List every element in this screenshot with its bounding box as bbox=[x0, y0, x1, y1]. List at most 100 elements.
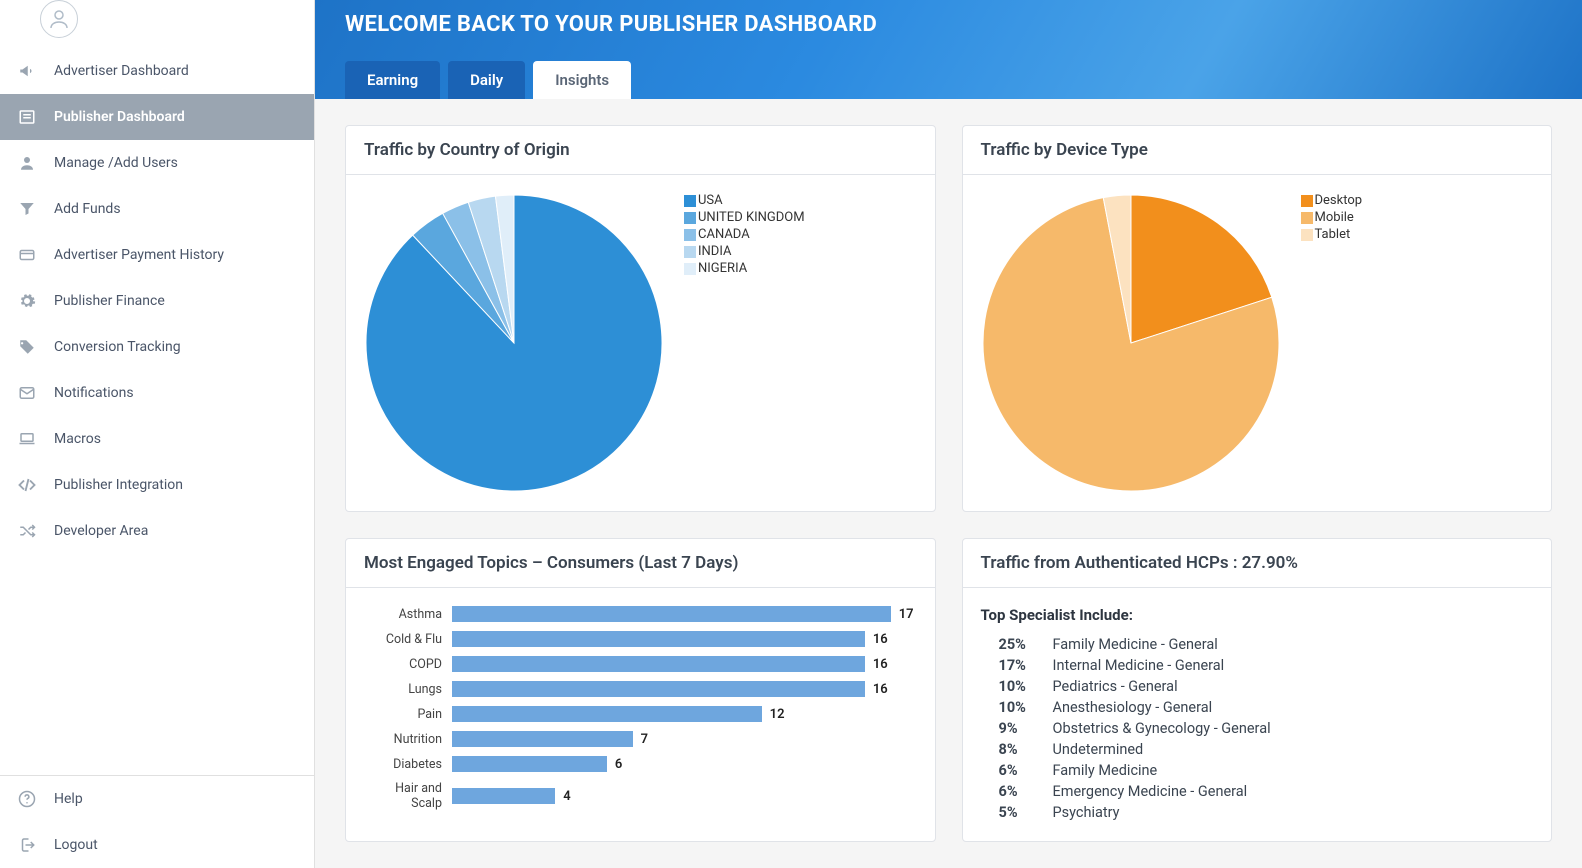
hcp-name: Pediatrics - General bbox=[1053, 678, 1178, 695]
bar-row: Lungs 16 bbox=[364, 681, 917, 697]
sidebar-item-label: Logout bbox=[54, 837, 98, 853]
sidebar: Advertiser Dashboard Publisher Dashboard M… bbox=[0, 0, 315, 868]
bar-label: COPD bbox=[364, 657, 452, 672]
hcp-name: Family Medicine - General bbox=[1053, 636, 1218, 653]
hcp-row: 8% Undetermined bbox=[981, 739, 1534, 760]
bar-label: Asthma bbox=[364, 607, 452, 622]
sidebar-item-publisher-finance[interactable]: Publisher Finance bbox=[0, 278, 314, 324]
legend-swatch bbox=[1301, 195, 1313, 207]
code-icon bbox=[18, 476, 36, 494]
logout-icon bbox=[18, 836, 36, 854]
bar-row: Pain12 bbox=[364, 706, 917, 722]
sidebar-item-help[interactable]: Help bbox=[0, 776, 314, 822]
legend-swatch bbox=[684, 212, 696, 224]
nav-main: Advertiser Dashboard Publisher Dashboard M… bbox=[0, 48, 314, 775]
bar-label: Lungs bbox=[364, 682, 452, 697]
bar-value: 16 bbox=[873, 657, 888, 672]
legend-label: Tablet bbox=[1315, 227, 1351, 242]
bar-value: 6 bbox=[615, 757, 622, 772]
user-icon bbox=[18, 154, 36, 172]
legend-label: NIGERIA bbox=[698, 261, 747, 276]
sidebar-item-conversion-tracking[interactable]: Conversion Tracking bbox=[0, 324, 314, 370]
sidebar-item-label: Conversion Tracking bbox=[54, 339, 181, 355]
card-title: Traffic from Authenticated HCPs : 27.90% bbox=[963, 539, 1552, 588]
funnel-dollar-icon bbox=[18, 200, 36, 218]
bar-fill bbox=[452, 788, 555, 804]
tab-daily[interactable]: Daily bbox=[448, 61, 525, 99]
sidebar-item-manage-add-users[interactable]: Manage /Add Users bbox=[0, 140, 314, 186]
sidebar-item-notifications[interactable]: Notifications bbox=[0, 370, 314, 416]
bar-row: Cold & Flu16 bbox=[364, 631, 917, 647]
hcp-list: 25%Family Medicine - General17%Internal … bbox=[981, 634, 1534, 823]
card-icon bbox=[18, 246, 36, 264]
bar-row: COPD 16 bbox=[364, 656, 917, 672]
page-title: WELCOME BACK TO YOUR PUBLISHER DASHBOARD bbox=[345, 0, 1552, 61]
sidebar-item-label: Publisher Dashboard bbox=[54, 109, 185, 125]
legend-country: USA UNITED KINGDOM CANADA INDIA NIGERIA bbox=[684, 193, 805, 278]
bar-row: Hair and Scalp4 bbox=[364, 781, 917, 811]
pie-chart-device bbox=[981, 193, 1281, 493]
bar-fill bbox=[452, 606, 891, 622]
bar-track: 7 bbox=[452, 731, 917, 747]
bar-row: Nutrition7 bbox=[364, 731, 917, 747]
hcp-name: Psychiatry bbox=[1053, 804, 1120, 821]
sidebar-item-label: Manage /Add Users bbox=[54, 155, 178, 171]
hcp-name: Internal Medicine - General bbox=[1053, 657, 1225, 674]
sidebar-item-label: Advertiser Payment History bbox=[54, 247, 224, 263]
sidebar-item-label: Add Funds bbox=[54, 201, 121, 217]
legend-item: USA bbox=[684, 193, 805, 208]
legend-label: Desktop bbox=[1315, 193, 1363, 208]
sidebar-item-add-funds[interactable]: Add Funds bbox=[0, 186, 314, 232]
bar-fill bbox=[452, 731, 633, 747]
tab-earning[interactable]: Earning bbox=[345, 61, 440, 99]
legend-label: UNITED KINGDOM bbox=[698, 210, 805, 225]
gear-icon bbox=[18, 292, 36, 310]
envelope-icon bbox=[18, 384, 36, 402]
card-title: Traffic by Country of Origin bbox=[346, 126, 935, 175]
bar-row: Diabetes6 bbox=[364, 756, 917, 772]
legend-label: INDIA bbox=[698, 244, 731, 259]
hcp-pct: 6% bbox=[999, 783, 1039, 800]
hcp-pct: 9% bbox=[999, 720, 1039, 737]
hcp-name: Family Medicine bbox=[1053, 762, 1158, 779]
sidebar-item-advertiser-dashboard[interactable]: Advertiser Dashboard bbox=[0, 48, 314, 94]
hcp-row: 9% Obstetrics & Gynecology - General bbox=[981, 718, 1534, 739]
tab-insights[interactable]: Insights bbox=[533, 61, 631, 99]
laptop-icon bbox=[18, 430, 36, 448]
sidebar-item-logout[interactable]: Logout bbox=[0, 822, 314, 868]
sidebar-item-advertiser-payment-history[interactable]: Advertiser Payment History bbox=[0, 232, 314, 278]
hcp-name: Emergency Medicine - General bbox=[1053, 783, 1248, 800]
legend-device: Desktop Mobile Tablet bbox=[1301, 193, 1363, 244]
hcp-row: 25%Family Medicine - General bbox=[981, 634, 1534, 655]
sidebar-item-label: Notifications bbox=[54, 385, 134, 401]
sidebar-item-publisher-integration[interactable]: Publisher Integration bbox=[0, 462, 314, 508]
newspaper-icon bbox=[18, 108, 36, 126]
legend-swatch bbox=[684, 246, 696, 258]
nav-footer: Help Logout bbox=[0, 775, 314, 868]
sidebar-item-label: Developer Area bbox=[54, 523, 148, 539]
hcp-pct: 6% bbox=[999, 762, 1039, 779]
avatar[interactable] bbox=[40, 0, 78, 38]
hcp-row: 6% Emergency Medicine - General bbox=[981, 781, 1534, 802]
sidebar-item-publisher-dashboard[interactable]: Publisher Dashboard bbox=[0, 94, 314, 140]
hcp-pct: 8% bbox=[999, 741, 1039, 758]
card-title: Most Engaged Topics – Consumers (Last 7 … bbox=[346, 539, 935, 588]
hcp-name: Undetermined bbox=[1053, 741, 1144, 758]
sidebar-item-macros[interactable]: Macros bbox=[0, 416, 314, 462]
sidebar-item-label: Advertiser Dashboard bbox=[54, 63, 189, 79]
bar-value: 17 bbox=[899, 607, 914, 622]
legend-item: CANADA bbox=[684, 227, 805, 242]
legend-label: Mobile bbox=[1315, 210, 1354, 225]
legend-item: INDIA bbox=[684, 244, 805, 259]
hcp-pct: 5% bbox=[999, 804, 1039, 821]
legend-item: UNITED KINGDOM bbox=[684, 210, 805, 225]
sidebar-item-developer-area[interactable]: Developer Area bbox=[0, 508, 314, 554]
bar-fill bbox=[452, 756, 607, 772]
card-traffic-country: Traffic by Country of Origin USA UNITED K… bbox=[345, 125, 936, 512]
card-title: Traffic by Device Type bbox=[963, 126, 1552, 175]
legend-label: USA bbox=[698, 193, 723, 208]
hcp-name: Obstetrics & Gynecology - General bbox=[1053, 720, 1271, 737]
tag-icon bbox=[18, 338, 36, 356]
sidebar-item-label: Publisher Integration bbox=[54, 477, 183, 493]
bar-value: 16 bbox=[873, 682, 888, 697]
